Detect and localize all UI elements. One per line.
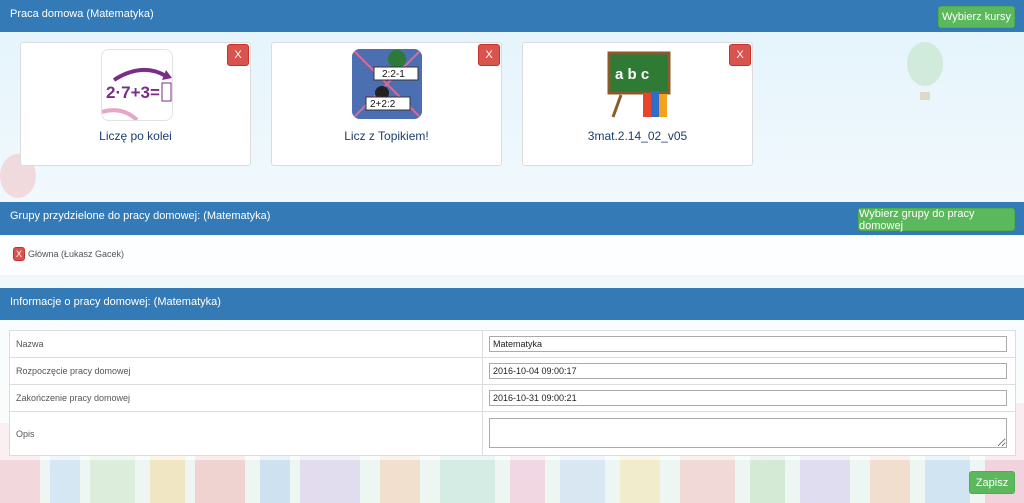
groups-panel-body: X Główna (Łukasz Gacek)	[0, 235, 1024, 275]
groups-panel-header: Grupy przydzielone do pracy domowej: (Ma…	[0, 202, 1024, 235]
remove-course-button[interactable]: X	[478, 44, 500, 66]
start-date-field[interactable]	[489, 363, 1007, 379]
group-name: Główna (Łukasz Gacek)	[28, 249, 125, 259]
homework-panel-title: Praca domowa (Matematyka)	[10, 8, 154, 20]
row-label: Rozpoczęcie pracy domowej	[9, 357, 483, 385]
group-item: X Główna (Łukasz Gacek)	[13, 247, 124, 261]
table-row: Nazwa	[9, 330, 1016, 358]
description-field[interactable]	[489, 417, 1007, 448]
course-card[interactable]: a b c X 3mat.2.14_02_v05	[522, 42, 753, 166]
homework-info-table: Nazwa Rozpoczęcie pracy domowej Zakończe…	[9, 330, 1016, 456]
course-thumbnail: a b c	[603, 49, 673, 119]
homework-panel-header: Praca domowa (Matematyka) Wybierz kursy	[0, 0, 1024, 32]
thumb-bottom-text: 2+2:2	[370, 99, 396, 110]
course-name: Licz z Topikiem!	[344, 129, 429, 143]
row-label: Opis	[9, 411, 483, 456]
table-row: Rozpoczęcie pracy domowej	[9, 357, 1016, 385]
topik-character-icon: 2:2-1 2+2:2	[352, 49, 422, 119]
course-thumbnail: 2:2-1 2+2:2	[352, 49, 422, 119]
save-button[interactable]: Zapisz	[969, 471, 1015, 494]
table-row: Zakończenie pracy domowej	[9, 384, 1016, 412]
row-label: Zakończenie pracy domowej	[9, 384, 483, 412]
select-courses-button[interactable]: Wybierz kursy	[938, 6, 1015, 28]
balloon-decoration	[907, 42, 943, 100]
remove-group-button[interactable]: X	[13, 247, 25, 261]
row-label: Nazwa	[9, 330, 483, 358]
course-name: Liczę po kolei	[99, 129, 172, 143]
thumb-top-text: 2:2-1	[382, 69, 405, 80]
table-row: Opis	[9, 411, 1016, 456]
info-panel-title: Informacje o pracy domowej: (Matematyka)	[10, 296, 221, 308]
course-thumbnail: 2·7+3=	[101, 49, 173, 121]
groups-panel-title: Grupy przydzielone do pracy domowej: (Ma…	[10, 210, 271, 222]
select-groups-button[interactable]: Wybierz grupy do pracy domowej	[858, 208, 1015, 232]
name-field[interactable]	[489, 336, 1007, 352]
info-panel-header: Informacje o pracy domowej: (Matematyka)	[0, 288, 1024, 320]
remove-course-button[interactable]: X	[729, 44, 751, 66]
thumb-letters-text: a b c	[615, 66, 649, 83]
chalkboard-icon: a b c	[607, 51, 671, 118]
remove-course-button[interactable]: X	[227, 44, 249, 66]
course-card[interactable]: 2·7+3= X Liczę po kolei	[20, 42, 251, 166]
thumb-equation-text: 2·7+3=	[106, 83, 160, 102]
end-date-field[interactable]	[489, 390, 1007, 406]
math-equation-icon: 2·7+3=	[102, 68, 172, 120]
course-card[interactable]: 2:2-1 2+2:2 X Licz z Topikiem!	[271, 42, 502, 166]
course-name: 3mat.2.14_02_v05	[587, 129, 688, 143]
